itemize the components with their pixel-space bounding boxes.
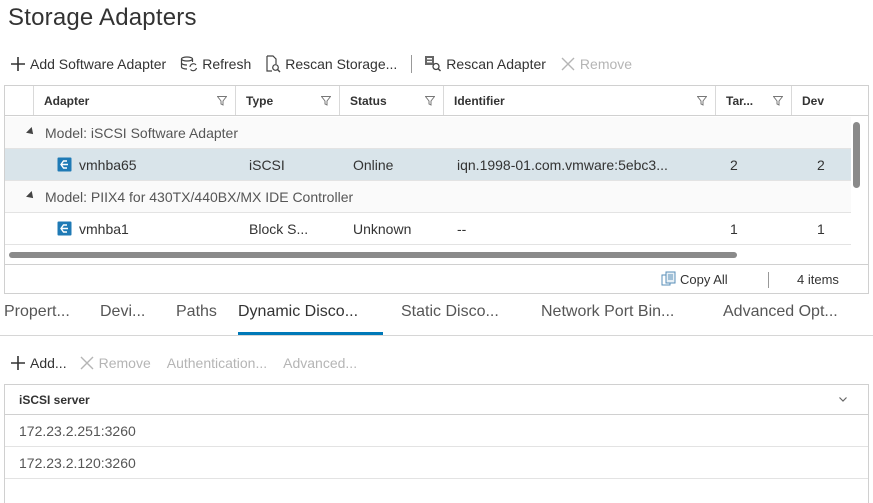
rescan-storage-icon [265,55,281,73]
item-count: 4 items [797,272,839,287]
tab-properties[interactable]: Propert... [4,303,70,321]
table-row[interactable]: vmhba65 iSCSI Online iqn.1998-01.com.vmw… [5,149,851,181]
cell-devices: 1 [817,220,825,237]
adapter-icon [57,213,72,244]
cell-identifier: -- [457,220,467,237]
adapters-grid-header: Adapter Type Status Identifier Tar... De… [5,86,868,116]
group-row-iscsi[interactable]: Model: iSCSI Software Adapter [5,117,851,149]
group-label: Model: iSCSI Software Adapter [45,124,238,141]
cell-iscsi-server: 172.23.2.120:3260 [19,454,136,471]
cell-identifier: iqn.1998-01.com.vmware:5ebc3... [457,156,668,173]
authentication-button[interactable]: Authentication... [167,355,267,371]
column-header-iscsi-server-label: iSCSI server [19,392,90,407]
add-software-adapter-button[interactable]: Add Software Adapter [10,56,166,72]
column-header-type-label: Type [246,93,274,108]
table-row[interactable]: 172.23.2.251:3260 [5,415,868,447]
column-header-adapter[interactable]: Adapter [33,86,235,115]
column-header-targets-label: Tar... [726,93,754,108]
add-target-button[interactable]: Add... [10,355,67,371]
iscsi-servers-grid: iSCSI server 172.23.2.251:3260 172.23.2.… [4,384,869,503]
horizontal-scrollbar[interactable] [9,252,737,258]
adapters-grid: Adapter Type Status Identifier Tar... De… [4,85,869,294]
collapse-triangle-icon[interactable] [26,191,36,201]
collapse-triangle-icon[interactable] [26,127,36,137]
remove-target-button[interactable]: Remove [79,355,151,371]
tab-static-discovery[interactable]: Static Disco... [401,303,499,321]
chevron-down-icon[interactable] [838,393,848,407]
filter-icon[interactable] [696,95,708,109]
column-header-targets[interactable]: Tar... [715,86,791,115]
remove-adapter-label: Remove [579,56,633,72]
rescan-adapter-label: Rescan Adapter [446,56,546,72]
plus-icon [10,56,26,72]
group-label: Model: PIIX4 for 430TX/440BX/MX IDE Cont… [45,188,354,205]
cell-devices: 2 [817,156,825,173]
column-header-iscsi-server[interactable]: iSCSI server [5,385,868,415]
rescan-storage-label: Rescan Storage... [285,56,398,72]
filter-icon[interactable] [424,95,436,109]
adapter-toolbar: Add Software Adapter Refresh Rescan Stor… [10,53,646,75]
cell-type: Block S... [249,220,309,237]
column-header-status-label: Status [350,93,387,108]
filter-icon[interactable] [216,95,228,109]
adapter-icon [57,149,72,180]
detail-tabs: Propert... Devi... Paths Dynamic Disco..… [0,300,873,336]
footer-divider [768,272,769,288]
refresh-label: Refresh [202,56,252,72]
discovery-toolbar: Add... Remove Authentication... Advanced… [10,352,371,374]
rescan-adapter-button[interactable]: Rescan Adapter [424,55,546,73]
remove-target-label: Remove [98,355,151,371]
copy-all-button[interactable]: Copy All [661,271,728,287]
page-title: Storage Adapters [8,4,197,31]
refresh-database-icon [180,55,198,73]
tab-dynamic-discovery[interactable]: Dynamic Disco... [238,303,358,321]
filter-icon[interactable] [772,95,784,109]
tab-devices[interactable]: Devi... [100,303,145,321]
column-header-status[interactable]: Status [339,86,443,115]
cell-iscsi-server: 172.23.2.251:3260 [19,422,136,439]
column-header-identifier-label: Identifier [454,93,505,108]
close-icon [79,355,95,371]
cell-targets: 1 [730,220,738,237]
copy-icon [661,271,677,287]
cell-status: Unknown [353,220,412,237]
group-row-piix4[interactable]: Model: PIIX4 for 430TX/440BX/MX IDE Cont… [5,181,851,213]
tab-network-port-binding[interactable]: Network Port Bin... [541,303,674,321]
cell-type: iSCSI [249,156,285,173]
close-icon [560,56,576,72]
plus-icon [10,355,26,371]
tab-paths[interactable]: Paths [176,303,224,321]
rescan-storage-button[interactable]: Rescan Storage... [265,55,397,73]
advanced-button[interactable]: Advanced... [283,355,357,371]
table-row[interactable]: 172.23.2.120:3260 [5,447,868,479]
remove-adapter-button[interactable]: Remove [560,56,632,72]
advanced-label: Advanced... [283,355,358,371]
column-header-type[interactable]: Type [235,86,339,115]
cell-status: Online [353,156,394,173]
copy-all-label: Copy All [680,271,728,287]
cell-targets: 2 [730,156,738,173]
cell-adapter: vmhba65 [79,156,137,173]
add-target-label: Add... [30,355,67,371]
add-software-adapter-label: Add Software Adapter [30,56,167,72]
rescan-adapter-icon [424,55,442,73]
tab-advanced-options[interactable]: Advanced Opt... [723,303,838,321]
authentication-label: Authentication... [166,355,268,371]
vertical-scrollbar[interactable] [853,122,860,188]
cell-adapter: vmhba1 [79,220,129,237]
refresh-button[interactable]: Refresh [180,55,251,73]
toolbar-divider [411,55,413,73]
column-header-adapter-label: Adapter [44,93,90,108]
column-header-identifier[interactable]: Identifier [443,86,715,115]
column-header-devices[interactable]: Dev [791,86,868,115]
grid-footer: Copy All 4 items [5,264,868,293]
column-header-devices-label: Dev [802,93,825,108]
active-tab-indicator [238,332,383,335]
table-row[interactable]: vmhba1 Block S... Unknown -- 1 1 [5,213,851,245]
filter-icon[interactable] [320,95,332,109]
